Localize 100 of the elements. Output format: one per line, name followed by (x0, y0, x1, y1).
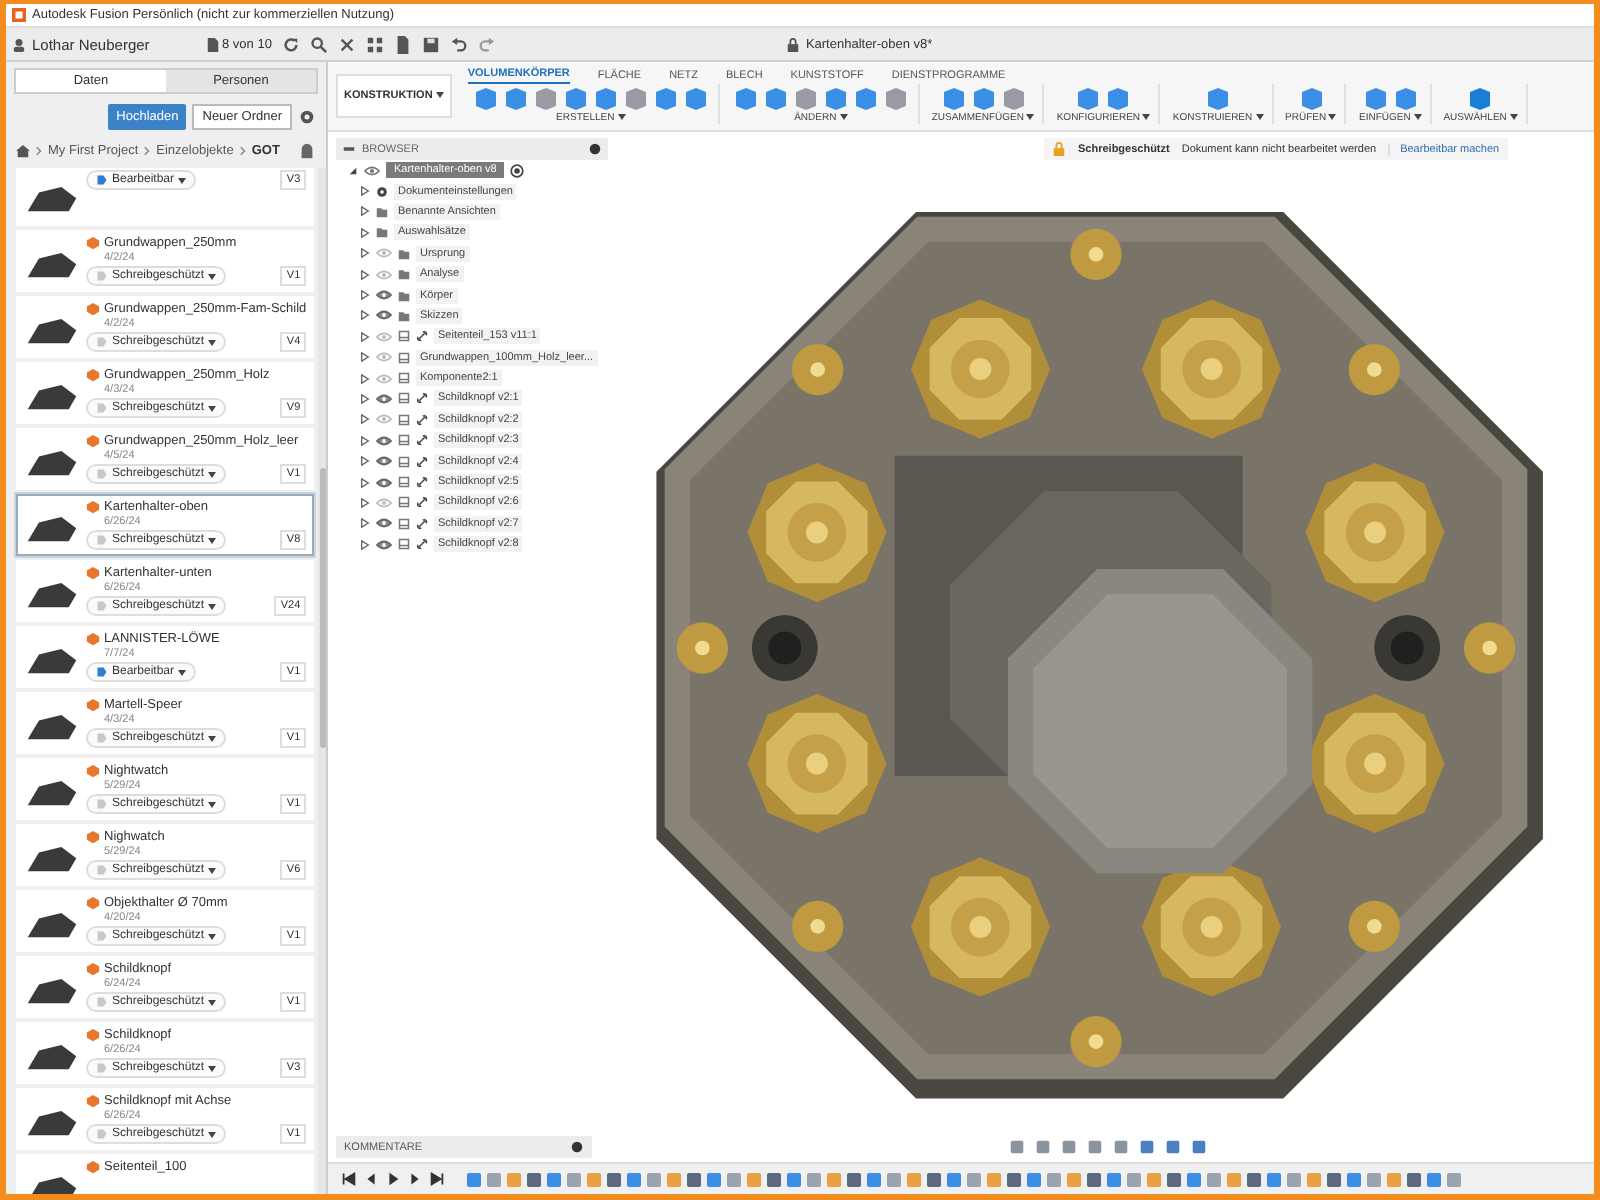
block-icon[interactable] (561, 84, 590, 112)
lock-icon (785, 37, 800, 51)
pin-icon[interactable] (570, 1140, 584, 1154)
block-icon[interactable] (621, 84, 650, 112)
home-icon[interactable] (16, 144, 30, 158)
radio-icon[interactable] (510, 163, 525, 178)
expand-toggle-icon[interactable] (360, 456, 370, 467)
block-icon[interactable] (761, 84, 790, 112)
block-icon[interactable] (531, 84, 560, 112)
caret-icon (208, 933, 217, 939)
eye-icon[interactable] (376, 435, 392, 446)
block-icon[interactable] (1203, 84, 1232, 112)
grid-icon[interactable] (365, 35, 384, 53)
expand-toggle-icon[interactable] (360, 539, 370, 550)
block-icon[interactable] (651, 84, 680, 112)
block-icon[interactable] (881, 84, 910, 112)
chevron-icon (144, 146, 151, 156)
caret-icon (208, 471, 217, 477)
caret-icon (1142, 114, 1151, 121)
block-icon[interactable] (821, 84, 850, 112)
gear-icon (376, 185, 388, 198)
expand-toggle-icon[interactable] (360, 310, 370, 321)
eye-icon[interactable] (376, 290, 392, 301)
expand-toggle-icon[interactable] (360, 435, 370, 446)
eye-icon[interactable] (364, 165, 380, 176)
caret-icon (1328, 114, 1337, 121)
block-icon[interactable] (1104, 84, 1133, 112)
expand-toggle-icon[interactable] (360, 373, 370, 384)
block-icon[interactable] (1391, 84, 1420, 112)
part-icon (86, 368, 100, 382)
expand-toggle-icon[interactable] (360, 352, 370, 363)
close-icon[interactable] (337, 35, 356, 53)
block-icon[interactable] (1466, 84, 1495, 112)
expand-toggle-icon[interactable] (360, 227, 370, 238)
eye-icon[interactable] (376, 310, 392, 321)
scrollbar-thumb[interactable] (320, 468, 326, 748)
part-icon (86, 896, 100, 910)
caret-icon (1026, 114, 1035, 121)
component-icon (398, 413, 410, 426)
expand-toggle-icon[interactable] (360, 206, 370, 217)
expand-toggle-icon[interactable] (360, 248, 370, 259)
expand-toggle-icon[interactable] (348, 165, 358, 176)
caret-icon (208, 603, 217, 609)
block-icon[interactable] (731, 84, 760, 112)
component-icon (398, 538, 410, 551)
block-icon[interactable] (501, 84, 530, 112)
settings-icon[interactable] (298, 108, 316, 126)
expand-toggle-icon[interactable] (360, 331, 370, 342)
expand-toggle-icon[interactable] (360, 414, 370, 425)
undo-icon[interactable] (449, 35, 468, 53)
caret-icon (839, 114, 848, 121)
expand-toggle-icon[interactable] (360, 269, 370, 280)
block-icon[interactable] (1297, 84, 1325, 112)
search-icon[interactable] (309, 35, 328, 53)
step-forward-icon[interactable] (406, 1170, 424, 1188)
caret-icon (208, 405, 217, 411)
block-icon[interactable] (969, 84, 998, 112)
step-back-icon[interactable] (362, 1170, 380, 1188)
block-icon[interactable] (791, 84, 820, 112)
refresh-icon[interactable] (281, 35, 300, 53)
collapse-icon[interactable] (342, 142, 356, 156)
block-icon[interactable] (1074, 84, 1103, 112)
expand-toggle-icon[interactable] (360, 290, 370, 301)
block-icon[interactable] (471, 84, 500, 112)
expand-toggle-icon[interactable] (360, 477, 370, 488)
caret-icon (178, 669, 187, 675)
eye-icon[interactable] (376, 477, 392, 488)
redo-icon[interactable] (477, 35, 496, 53)
chevron-icon (36, 146, 42, 156)
caret-icon (435, 92, 444, 99)
pin-icon[interactable] (588, 142, 602, 156)
skip-to-start-icon[interactable] (340, 1170, 358, 1188)
block-icon[interactable] (999, 84, 1028, 112)
part-icon (86, 434, 100, 448)
expand-toggle-icon[interactable] (360, 186, 370, 197)
part-icon (86, 1160, 100, 1174)
eye-icon[interactable] (376, 518, 392, 529)
caret-icon (1255, 114, 1264, 121)
file-icon[interactable] (393, 35, 412, 53)
eye-icon[interactable] (376, 456, 392, 467)
save-icon[interactable] (421, 35, 440, 53)
expand-toggle-icon[interactable] (360, 497, 370, 508)
expand-toggle-icon[interactable] (360, 518, 370, 529)
block-icon[interactable] (1361, 84, 1390, 112)
part-icon (86, 302, 100, 316)
caret-icon (617, 114, 626, 121)
expand-toggle-icon[interactable] (360, 393, 370, 404)
caret-icon (208, 273, 217, 279)
caret-icon (208, 735, 217, 741)
user-icon (12, 37, 26, 51)
block-icon[interactable] (591, 84, 620, 112)
component-icon (398, 351, 410, 364)
play-icon[interactable] (384, 1170, 402, 1188)
caret-icon (208, 867, 217, 873)
skip-to-end-icon[interactable] (428, 1170, 446, 1188)
eye-icon[interactable] (376, 539, 392, 550)
eye-icon[interactable] (376, 393, 392, 404)
block-icon[interactable] (851, 84, 880, 112)
block-icon[interactable] (681, 84, 710, 112)
block-icon[interactable] (939, 84, 968, 112)
